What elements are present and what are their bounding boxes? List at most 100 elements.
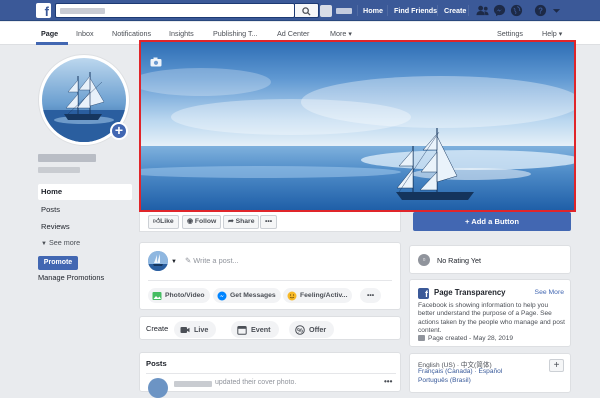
facebook-logo-icon[interactable]: f [36, 3, 51, 18]
nav-find-friends[interactable]: Find Friends [394, 0, 437, 21]
divider [146, 373, 396, 374]
manage-promotions-link[interactable]: Manage Promotions [38, 273, 104, 282]
like-label: Like [160, 218, 174, 225]
facebook-icon: f [418, 288, 429, 299]
post-author-avatar[interactable] [148, 378, 168, 398]
posts-card: Posts updated their cover photo. ••• [139, 352, 401, 398]
page-transparency-card: f Page Transparency See More Facebook is… [409, 279, 571, 347]
see-more-label: See more [48, 238, 81, 247]
feeling-activity-button[interactable]: Feeling/Activ... [283, 288, 353, 303]
svg-text:%: % [297, 327, 303, 334]
chevron-down-icon: ▼ [41, 241, 47, 247]
divider [387, 5, 388, 16]
rating-chat-icon: ▫ [418, 254, 430, 266]
add-language-button[interactable]: + [549, 359, 564, 372]
add-a-button[interactable]: + Add a Button [413, 212, 571, 231]
page-name-redacted [38, 154, 96, 162]
follow-button[interactable]: ◉ Follow [182, 215, 222, 229]
add-profile-photo-button[interactable]: + [110, 122, 128, 140]
flag-icon [418, 335, 425, 342]
post-preview-text: updated their cover photo. [215, 379, 297, 386]
divider [468, 5, 469, 16]
smiley-icon [287, 291, 297, 301]
create-label: Create [146, 324, 169, 333]
transparency-title: Page Transparency [434, 288, 506, 297]
photo-icon [152, 292, 162, 300]
calendar-icon [237, 326, 247, 335]
cover-photo-image [141, 42, 574, 210]
search-query-redacted [60, 8, 105, 14]
messenger-icon [217, 291, 227, 301]
page-action-bar: 👍︎Like ◉ Follow ➦ Share ••• [139, 212, 401, 232]
divider [357, 5, 358, 16]
photo-video-button[interactable]: Photo/Video [148, 288, 210, 303]
rating-card: ▫ No Rating Yet [409, 245, 571, 274]
left-nav-posts[interactable]: Posts [38, 202, 132, 218]
user-name-redacted[interactable] [336, 8, 352, 14]
divider [437, 5, 438, 16]
cover-photo[interactable] [139, 40, 576, 212]
transparency-description: Facebook is showing information to help … [418, 302, 565, 335]
like-button[interactable]: 👍︎Like [148, 215, 179, 229]
account-dropdown-icon[interactable] [552, 4, 561, 17]
top-navigation-bar: f Home Find Friends Create ? [0, 0, 600, 21]
friend-requests-icon[interactable] [476, 4, 489, 17]
user-avatar[interactable] [320, 5, 332, 17]
live-label: Live [194, 325, 209, 334]
divider [148, 280, 392, 281]
create-offer-button[interactable]: % Offer [289, 321, 335, 338]
page-username-redacted [38, 167, 80, 173]
language-links-row-2[interactable]: Français (Canada) · Español [418, 368, 502, 375]
notifications-globe-icon[interactable] [510, 4, 523, 17]
feeling-activity-label: Feeling/Activ... [300, 292, 348, 299]
posts-title: Posts [146, 359, 167, 368]
nav-create[interactable]: Create [444, 0, 466, 21]
language-links-row-3[interactable]: Português (Brasil) [418, 377, 471, 384]
write-post-input[interactable]: ✎ Write a post... [185, 256, 239, 265]
event-label: Event [251, 325, 271, 334]
offer-label: Offer [309, 325, 327, 334]
write-post-placeholder: Write a post... [193, 256, 239, 265]
get-messages-label: Get Messages [230, 292, 276, 299]
left-nav-see-more[interactable]: ▼ See more [41, 238, 80, 247]
page-created-text: Page created - May 28, 2019 [428, 335, 514, 342]
share-arrow-icon: ➦ [228, 218, 236, 225]
offer-tag-icon: % [295, 325, 305, 335]
composer-more-button[interactable]: ••• [360, 288, 382, 303]
video-camera-icon [180, 327, 190, 333]
photo-video-label: Photo/Video [165, 292, 205, 299]
pencil-icon: ✎ [185, 256, 194, 265]
post-options-button[interactable]: ••• [384, 377, 392, 386]
share-label: Share [235, 218, 255, 225]
languages-card: English (US) · 中文(简体) Français (Canada) … [409, 353, 571, 393]
ship-thumbnail [148, 251, 168, 271]
share-button[interactable]: ➦ Share [223, 215, 260, 229]
svg-text:?: ? [538, 6, 543, 15]
get-messages-button[interactable]: Get Messages [213, 288, 281, 303]
page-created-row: Page created - May 28, 2019 [418, 335, 513, 342]
rating-text: No Rating Yet [437, 256, 481, 265]
help-icon[interactable]: ? [534, 4, 547, 17]
create-card: Create Live Event % Offer [139, 316, 401, 340]
follow-label: Follow [194, 218, 217, 225]
post-composer: ▼ ✎ Write a post... Photo/Video Get Mess… [139, 242, 401, 310]
camera-icon[interactable] [150, 57, 162, 67]
search-icon [302, 7, 311, 16]
create-live-button[interactable]: Live [174, 321, 217, 338]
messenger-icon[interactable] [493, 4, 506, 17]
create-event-button[interactable]: Event [231, 321, 279, 338]
avatar-dropdown-icon[interactable]: ▼ [171, 259, 177, 265]
active-tab-indicator [36, 42, 68, 45]
post-author-redacted[interactable] [174, 381, 212, 387]
promote-button[interactable]: Promote [38, 256, 78, 270]
left-nav-reviews[interactable]: Reviews [38, 219, 132, 235]
search-input[interactable] [55, 3, 295, 18]
nav-home[interactable]: Home [363, 0, 383, 21]
transparency-see-more-link[interactable]: See More [535, 289, 564, 296]
tab-inbox[interactable]: Inbox [76, 22, 94, 45]
left-nav-home[interactable]: Home [38, 184, 132, 200]
search-button[interactable] [295, 3, 319, 18]
rss-follow-icon: ◉ [187, 218, 195, 225]
composer-avatar [148, 251, 168, 271]
more-actions-button[interactable]: ••• [260, 215, 278, 229]
